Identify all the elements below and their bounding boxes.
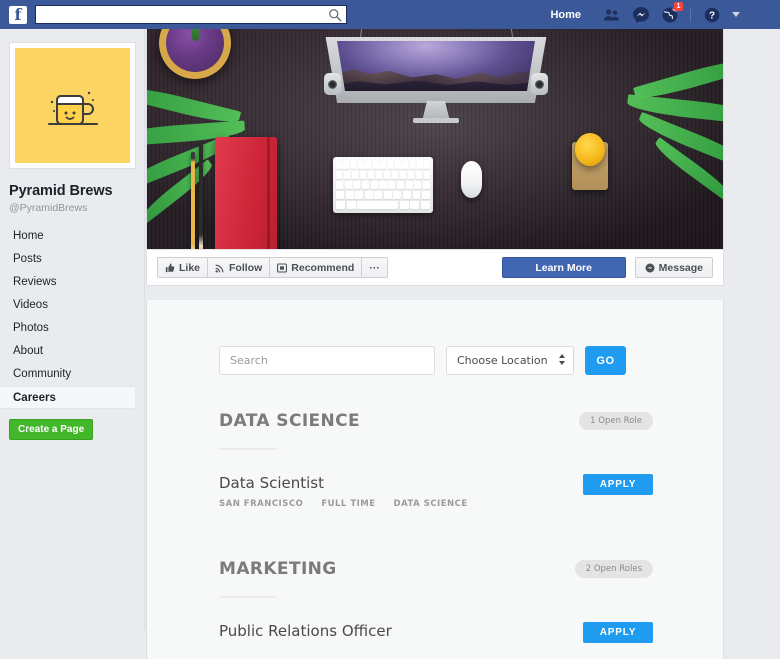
- job-listing-row[interactable]: Data Scientist SAN FRANCISCO FULL TIME D…: [219, 474, 653, 509]
- job-info: Data Scientist SAN FRANCISCO FULL TIME D…: [219, 474, 468, 509]
- location-select-value: Choose Location: [457, 354, 548, 367]
- search-icon[interactable]: [328, 8, 342, 22]
- job-title: Public Relations Officer: [219, 622, 392, 640]
- topbar-nav-right: Home 1 ?: [550, 0, 740, 29]
- avatar: [15, 48, 130, 163]
- page-button-group: Like Follow Recommend ···: [157, 257, 388, 278]
- job-meta-location: SAN FRANCISCO: [219, 499, 304, 509]
- section-title: MARKETING: [219, 559, 337, 579]
- apply-button[interactable]: APPLY: [583, 474, 653, 495]
- rss-follow-icon: [215, 264, 224, 272]
- pencil-decor: [191, 152, 195, 249]
- careers-section-marketing: MARKETING 2 Open Roles Public Relations …: [219, 559, 653, 643]
- global-search-input[interactable]: [36, 6, 316, 23]
- job-meta: SAN FRANCISCO FULL TIME DATA SCIENCE: [219, 499, 468, 509]
- job-listing-row[interactable]: Public Relations Officer APPLY: [219, 622, 653, 643]
- section-divider: [219, 448, 277, 450]
- nav-home-link[interactable]: Home: [550, 9, 581, 21]
- page-handle: @PyramidBrews: [9, 202, 88, 214]
- job-info: Public Relations Officer: [219, 622, 392, 640]
- section-header: DATA SCIENCE 1 Open Role: [219, 411, 653, 431]
- create-page-button[interactable]: Create a Page: [9, 419, 94, 440]
- mouse-decor: [461, 161, 482, 198]
- recommend-button-label: Recommend: [291, 261, 355, 274]
- job-meta-dept: DATA SCIENCE: [393, 499, 468, 509]
- page-action-bar: Like Follow Recommend ··· Learn More Mes…: [147, 249, 723, 285]
- sidebar-item-photos[interactable]: Photos: [0, 317, 144, 340]
- cactus-decor: [192, 29, 199, 41]
- sidebar-item-home[interactable]: Home: [0, 225, 144, 248]
- pencil-decor: [199, 141, 203, 249]
- imac-monitor-decor: [321, 37, 551, 123]
- follow-button[interactable]: Follow: [207, 257, 271, 278]
- page-sidebar: Pyramid Brews @PyramidBrews Home Posts R…: [0, 29, 145, 630]
- section-title: DATA SCIENCE: [219, 411, 361, 431]
- juice-glass-decor: [575, 133, 605, 166]
- recommend-icon: [277, 262, 288, 273]
- open-roles-badge: 1 Open Role: [579, 412, 653, 430]
- red-notebook-decor: [215, 137, 277, 249]
- careers-panel: Choose Location GO DATA SCIENCE 1 Open R…: [146, 300, 724, 659]
- section-divider: [219, 596, 277, 598]
- careers-section-data-science: DATA SCIENCE 1 Open Role Data Scientist …: [219, 411, 653, 509]
- main-column: Like Follow Recommend ··· Learn More Mes…: [146, 29, 724, 659]
- friends-icon[interactable]: [603, 6, 620, 23]
- globe-notifications-icon[interactable]: 1: [661, 2, 683, 23]
- facebook-topbar: f Home 1 ?: [0, 0, 780, 29]
- open-roles-badge: 2 Open Roles: [574, 560, 653, 578]
- apply-button[interactable]: APPLY: [583, 622, 653, 643]
- section-header: MARKETING 2 Open Roles: [219, 559, 653, 579]
- cover-photo[interactable]: [147, 29, 723, 249]
- like-button[interactable]: Like: [157, 257, 209, 278]
- sidebar-item-posts[interactable]: Posts: [0, 248, 144, 271]
- thumbs-up-icon: [165, 263, 175, 272]
- like-button-label: Like: [179, 261, 201, 274]
- messenger-bubble-icon: [645, 263, 655, 272]
- facebook-logo-icon[interactable]: f: [9, 5, 27, 24]
- careers-go-button[interactable]: GO: [585, 346, 626, 375]
- careers-filter-bar: Choose Location GO: [219, 346, 723, 375]
- nav-divider: [690, 7, 691, 22]
- account-caret-icon[interactable]: [732, 12, 740, 17]
- messenger-icon[interactable]: [632, 6, 649, 23]
- location-select[interactable]: Choose Location: [446, 346, 574, 375]
- sidebar-item-community[interactable]: Community: [0, 363, 144, 386]
- sidebar-item-reviews[interactable]: Reviews: [0, 271, 144, 294]
- message-button-label: Message: [658, 261, 703, 274]
- keyboard-decor: [333, 157, 433, 213]
- beer-mug-icon: [47, 91, 98, 125]
- page-avatar-frame[interactable]: [9, 42, 136, 169]
- svg-text:?: ?: [708, 10, 714, 21]
- learn-more-button[interactable]: Learn More: [501, 257, 626, 278]
- job-meta-type: FULL TIME: [321, 499, 376, 509]
- more-options-button[interactable]: ···: [361, 257, 388, 278]
- careers-search-input[interactable]: [219, 346, 435, 375]
- help-icon[interactable]: ?: [703, 6, 720, 23]
- notification-badge: 1: [674, 2, 683, 11]
- page-cover-card: Like Follow Recommend ··· Learn More Mes…: [146, 29, 724, 286]
- recommend-button[interactable]: Recommend: [269, 257, 363, 278]
- global-search-wrapper[interactable]: [35, 5, 347, 24]
- speaker-decor: [531, 73, 548, 95]
- page-title: Pyramid Brews: [9, 183, 113, 199]
- sidebar-nav: Home Posts Reviews Videos Photos About C…: [0, 225, 144, 409]
- sidebar-item-videos[interactable]: Videos: [0, 294, 144, 317]
- message-button[interactable]: Message: [634, 257, 713, 278]
- job-title: Data Scientist: [219, 474, 324, 492]
- follow-button-label: Follow: [229, 261, 263, 274]
- select-stepper-icon: [559, 354, 565, 365]
- speaker-decor: [324, 73, 341, 95]
- sidebar-item-careers[interactable]: Careers: [0, 386, 135, 409]
- sidebar-item-about[interactable]: About: [0, 340, 144, 363]
